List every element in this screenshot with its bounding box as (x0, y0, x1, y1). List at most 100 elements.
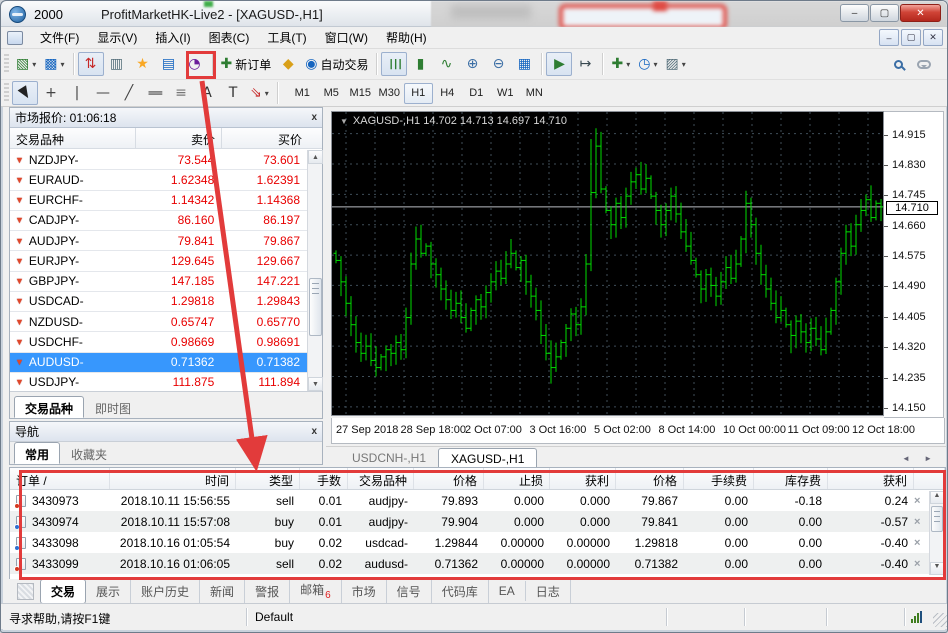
terminal-tab-信号[interactable]: 信号 (387, 579, 432, 603)
terminal-tab-警报[interactable]: 警报 (245, 579, 291, 603)
orders-column-header[interactable]: 订单 / (10, 468, 110, 489)
panel-grip-icon[interactable] (17, 582, 34, 600)
menu-item[interactable]: 工具(T) (258, 26, 315, 49)
navigator-button[interactable]: ★ (130, 52, 156, 76)
orders-table-header[interactable]: 订单 / 时间 类型 手数 交易品种 价格 止损 获利 价格 手续费 库存费 获利 (10, 468, 945, 490)
orders-column-header[interactable]: 交易品种 (348, 468, 414, 489)
timeframe-d1[interactable]: D1 (462, 83, 491, 104)
market-watch-row[interactable]: ▼ AUDUSD- 0.71362 0.71382 (10, 352, 307, 373)
metaeditor-button[interactable]: ◆ (275, 52, 301, 76)
chart-plot-area[interactable]: ▼ XAGUSD-,H1 14.702 14.713 14.697 14.710 (331, 111, 884, 416)
new-chart-button[interactable]: ▧ ▾ (12, 52, 40, 76)
terminal-tab-交易[interactable]: 交易 (40, 578, 87, 604)
periods-button[interactable]: ◷ ▾ (634, 52, 661, 76)
market-watch-tab-即时图[interactable]: 即时图 (84, 396, 142, 418)
terminal-tab-邮箱[interactable]: 邮箱6 (290, 578, 342, 604)
scroll-up-icon[interactable]: ▲ (308, 150, 323, 164)
market-watch-row[interactable]: ▼ USDCAD- 1.29818 1.29843 (10, 292, 307, 312)
timeframe-m30[interactable]: M30 (375, 83, 404, 104)
orders-column-header[interactable]: 止损 (484, 468, 550, 489)
menu-item[interactable]: 显示(V) (88, 26, 146, 49)
market-watch-row[interactable]: ▼ USDJPY- 111.875 111.894 (10, 373, 307, 391)
market-watch-row[interactable]: ▼ NZDUSD- 0.65747 0.65770 (10, 312, 307, 333)
scroll-thumb[interactable] (309, 278, 322, 336)
chart-window-icon[interactable] (7, 30, 23, 45)
terminal-scrollbar[interactable]: ▲ ▼ (929, 491, 944, 575)
close-order-icon[interactable]: × (914, 516, 920, 528)
orders-column-header[interactable]: 时间 (110, 468, 236, 489)
orders-column-header[interactable]: 获利 (550, 468, 616, 489)
arrows-tool-button[interactable]: ⇘ ▾ (246, 81, 273, 105)
chart-tab-USDCNHH1[interactable]: USDCNH-,H1 (340, 448, 438, 468)
vertical-line-button[interactable]: | (64, 81, 90, 105)
navigator-tab-收藏夹[interactable]: 收藏夹 (60, 442, 118, 464)
cursor-button[interactable] (12, 81, 38, 105)
orders-column-header[interactable]: 类型 (236, 468, 300, 489)
market-watch-row[interactable]: ▼ AUDJPY- 79.841 79.867 (10, 231, 307, 252)
tile-windows-button[interactable]: ▦ (511, 52, 537, 76)
close-order-icon[interactable]: × (914, 537, 920, 549)
timeframe-m15[interactable]: M15 (346, 83, 375, 104)
orders-column-header[interactable]: 获利 (828, 468, 914, 489)
market-watch-column-header[interactable]: 交易品种 卖价 买价 (10, 128, 322, 149)
terminal-tab-新闻[interactable]: 新闻 (200, 579, 246, 603)
terminal-button[interactable]: ▤ (156, 52, 182, 76)
strategy-tester-button[interactable]: ◔ (182, 52, 208, 76)
market-watch-row[interactable]: ▼ CADJPY- 86.160 86.197 (10, 211, 307, 231)
dropdown-caret-icon[interactable]: ▾ (32, 60, 36, 69)
market-watch-row[interactable]: ▼ EURJPY- 129.645 129.667 (10, 251, 307, 272)
equidistant-channel-button[interactable]: ∥ (142, 81, 168, 105)
orders-column-header[interactable]: 手数 (300, 468, 348, 489)
scroll-down-icon[interactable]: ▼ (930, 562, 944, 575)
indicators-button[interactable]: ✚ ▾ (607, 52, 634, 76)
horizontal-line-button[interactable]: — (90, 81, 116, 105)
fibonacci-button[interactable]: ≡ (168, 81, 194, 105)
scroll-thumb[interactable] (931, 506, 943, 532)
market-watch-row[interactable]: ▼ EURCHF- 1.14342 1.14368 (10, 191, 307, 211)
close-button[interactable]: ✕ (900, 4, 941, 22)
dropdown-caret-icon[interactable]: ▾ (265, 89, 269, 98)
zoom-out-button[interactable]: ⊖ (485, 52, 511, 76)
crosshair-button[interactable]: + (38, 81, 64, 105)
templates-button[interactable]: ▨ ▾ (661, 52, 689, 76)
autotrading-button[interactable]: ◉ 自动交易 (301, 52, 372, 76)
menu-item[interactable]: 窗口(W) (316, 26, 377, 49)
menu-item[interactable]: 帮助(H) (377, 26, 436, 49)
dropdown-caret-icon[interactable]: ▾ (626, 60, 630, 69)
dropdown-caret-icon[interactable]: ▾ (60, 60, 64, 69)
maximize-button[interactable]: ▢ (870, 4, 899, 22)
chart-shift-button[interactable]: ↦ (572, 52, 598, 76)
text-label-button[interactable]: T (220, 81, 246, 105)
timeframe-h4[interactable]: H4 (433, 83, 462, 104)
line-chart-button[interactable]: ∿ (433, 52, 459, 76)
market-watch-close-icon[interactable]: x (311, 112, 317, 123)
menu-item[interactable]: 文件(F) (31, 26, 88, 49)
close-order-icon[interactable]: × (914, 495, 920, 507)
minimize-button[interactable]: – (840, 4, 869, 22)
orders-column-header[interactable]: 价格 (414, 468, 484, 489)
navigator-tab-常用[interactable]: 常用 (14, 442, 61, 464)
market-watch-row[interactable]: ▼ USDCHF- 0.98669 0.98691 (10, 332, 307, 353)
status-profile[interactable]: Default (247, 607, 667, 626)
market-watch-button[interactable]: ⇅ (77, 52, 104, 76)
scroll-down-icon[interactable]: ▼ (308, 377, 323, 391)
mdi-minimize-button[interactable]: – (879, 29, 899, 46)
terminal-tab-EA[interactable]: EA (489, 581, 526, 601)
dropdown-caret-icon[interactable]: ▾ (682, 60, 686, 69)
timeframe-m5[interactable]: M5 (317, 83, 346, 104)
navigator-close-icon[interactable]: x (311, 426, 317, 437)
menu-item[interactable]: 图表(C) (200, 26, 259, 49)
market-watch-tab-交易品种[interactable]: 交易品种 (14, 396, 85, 418)
timeframe-h1[interactable]: H1 (403, 82, 433, 104)
timeframe-w1[interactable]: W1 (491, 83, 520, 104)
order-row[interactable]: 3430973 2018.10.11 15:56:55 sell 0.01 audjpy… (10, 490, 945, 511)
terminal-tab-市场[interactable]: 市场 (342, 579, 387, 603)
auto-scroll-button[interactable]: ▶ (546, 52, 573, 76)
new-order-button[interactable]: ✚ 新订单 (217, 52, 276, 76)
order-row[interactable]: 3433098 2018.10.16 01:05:54 buy 0.02 usdcad-… (10, 532, 945, 553)
tab-scroll-arrows-icon[interactable]: ◄ ► (902, 454, 938, 468)
profiles-button[interactable]: ▩ ▾ (40, 52, 68, 76)
terminal-tab-代码库[interactable]: 代码库 (432, 579, 489, 603)
orders-column-header[interactable]: 手续费 (684, 468, 754, 489)
search-button[interactable] (885, 52, 911, 76)
